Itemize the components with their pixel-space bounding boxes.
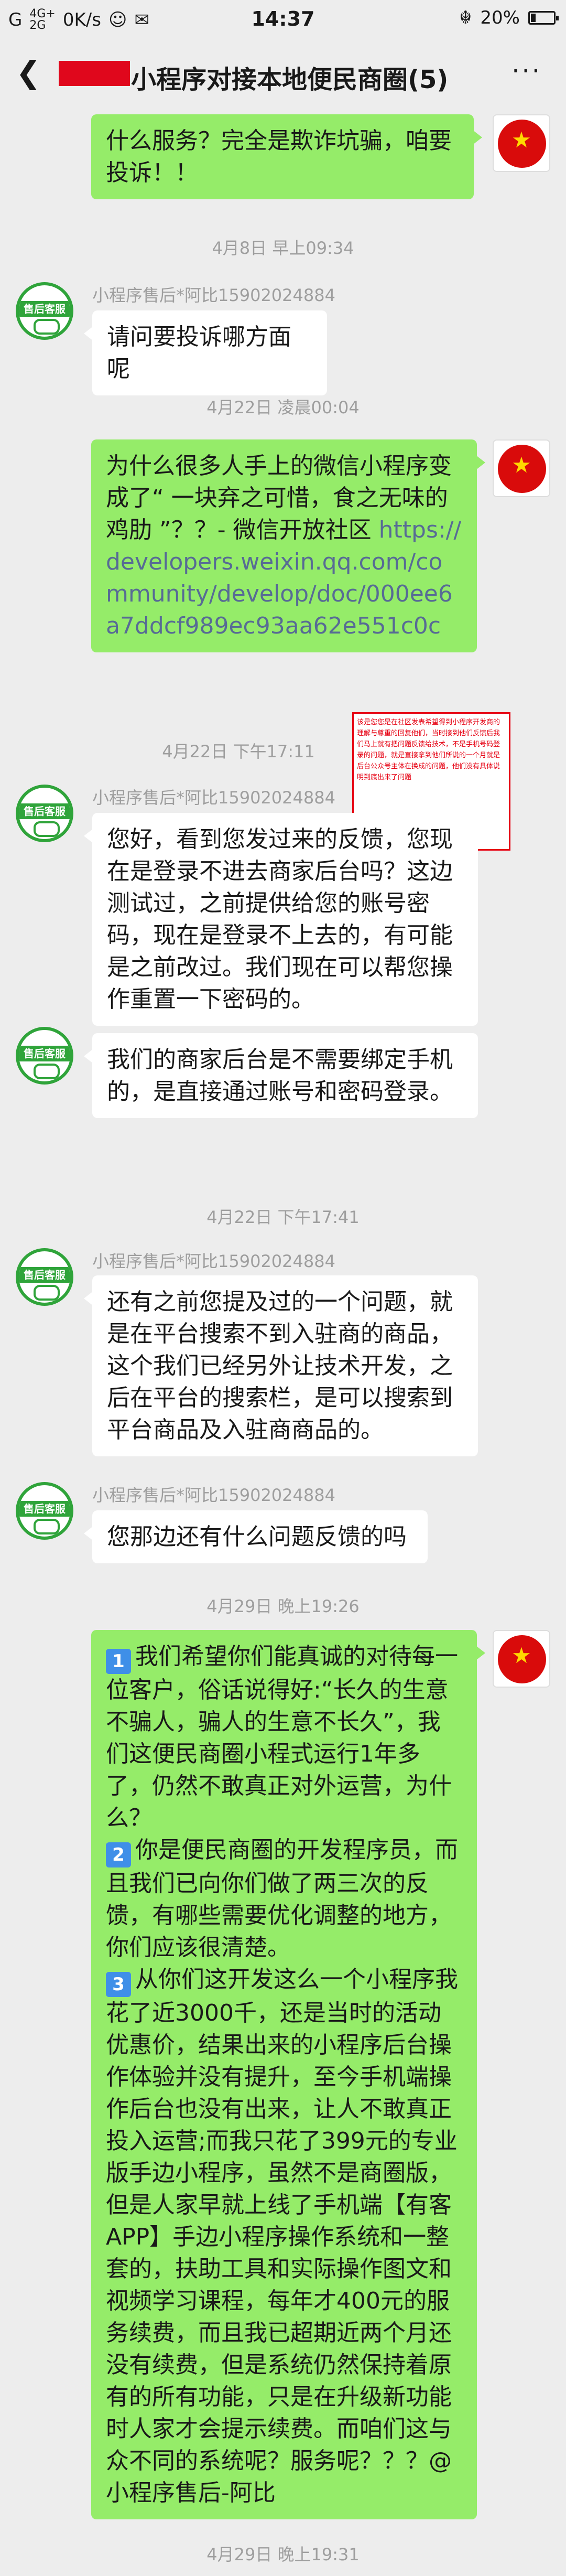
redacted-name-block xyxy=(59,61,130,86)
infinity-loop-icon xyxy=(34,1064,60,1079)
message-bubble-self[interactable]: 1 我们希望你们能真诚的对待每一位客户，俗话说得好:“长久的生意不骗人，骗人的生意… xyxy=(91,1630,485,2519)
infinity-loop-icon xyxy=(34,1519,60,1534)
keycap-three-icon: 3 xyxy=(106,1972,131,1997)
message-paragraph-3: 从你们这开发这么一个小程序我花了近3000千，还是当时的活动优惠价，结果出来的小… xyxy=(106,1966,458,2506)
infinity-loop-icon xyxy=(34,1285,60,1301)
timestamp: 4月22日 下午17:41 xyxy=(206,1207,360,1227)
message-bubble-self[interactable]: 为什么很多人手上的微信小程序变成了“ 一块弃之可惜，食之无味的鸡肋 ”？？- 微… xyxy=(91,439,485,652)
service-avatar[interactable]: 售后客服 xyxy=(16,1482,73,1540)
sender-name: 小程序售后*阿比15902024884 xyxy=(92,285,335,305)
more-dots-icon[interactable]: ··· xyxy=(511,57,542,86)
infinity-loop-icon xyxy=(34,821,60,837)
star-icon: ★ xyxy=(511,127,531,153)
keycap-two-icon: 2 xyxy=(106,1842,131,1867)
service-avatar[interactable]: 售后客服 xyxy=(16,282,73,340)
chat-title: 小程序对接本地便民商圈(5) xyxy=(131,65,449,94)
avatar-label: 售后客服 xyxy=(19,803,70,819)
timestamp: 4月29日 晚上19:31 xyxy=(206,2545,360,2564)
star-icon: ★ xyxy=(511,452,531,478)
status-right: ☬ 20% xyxy=(459,7,559,28)
self-avatar[interactable]: ★ xyxy=(493,439,550,497)
sender-name: 小程序售后*阿比15902024884 xyxy=(92,788,335,808)
keycap-one-icon: 1 xyxy=(106,1649,131,1674)
message-bubble-other[interactable]: 您那边还有什么问题反馈的吗 xyxy=(84,1510,428,1563)
timestamp: 4月8日 早上09:34 xyxy=(212,238,354,258)
avatar-label: 售后客服 xyxy=(19,1501,70,1517)
star-icon: ★ xyxy=(511,1643,531,1668)
infinity-loop-icon xyxy=(34,319,60,335)
chat-header: ❮ 小程序对接本地便民商圈(5) ··· xyxy=(0,41,566,106)
sender-name: 小程序售后*阿比15902024884 xyxy=(92,1251,335,1271)
battery-percent: 20% xyxy=(480,7,520,28)
back-chevron-left-icon[interactable]: ❮ xyxy=(16,57,47,89)
message-paragraph-2: 你是便民商圈的开发程序员，而且我们已向你们做了两三次的反馈，有哪些需要优化调整的… xyxy=(106,1837,458,1961)
message-bubble-self[interactable]: 什么服务？完全是欺诈坑骗，咱要投诉！！ xyxy=(91,114,482,199)
avatar-label: 售后客服 xyxy=(19,1046,70,1061)
timestamp: 4月29日 晚上19:26 xyxy=(206,1596,360,1616)
avatar-label: 售后客服 xyxy=(19,301,70,317)
service-avatar[interactable]: 售后客服 xyxy=(16,1027,73,1085)
message-bubble-other[interactable]: 我们的商家后台是不需要绑定手机的，是直接通过账号和密码登录。 xyxy=(84,1033,478,1118)
service-avatar[interactable]: 售后客服 xyxy=(16,1248,73,1306)
status-bar: G 4G+ 2G 0K/s ☺ ✉ 14:37 ☬ 20% xyxy=(0,0,566,41)
battery-icon xyxy=(528,11,559,25)
service-avatar[interactable]: 售后客服 xyxy=(16,785,73,842)
wifi-icon: ☬ xyxy=(459,7,472,28)
sender-name: 小程序售后*阿比15902024884 xyxy=(92,1485,335,1505)
message-paragraph-1: 我们希望你们能真诚的对待每一位客户，俗话说得好:“长久的生意不骗人，骗人的生意不… xyxy=(106,1643,458,1831)
avatar-label: 售后客服 xyxy=(19,1267,70,1283)
self-avatar[interactable]: ★ xyxy=(493,114,550,172)
message-bubble-other[interactable]: 请问要投诉哪方面呢 xyxy=(84,310,327,395)
message-bubble-other[interactable]: 您好，看到您发过来的反馈，您现在是登录不进去商家后台吗？这边测试过，之前提供给您… xyxy=(84,813,478,1026)
self-avatar[interactable]: ★ xyxy=(493,1630,550,1688)
timestamp: 4月22日 凌晨00:04 xyxy=(206,398,360,417)
message-bubble-other[interactable]: 还有之前您提及过的一个问题，就是在平台搜索不到入驻商的商品，这个我们已经另外让技… xyxy=(84,1275,478,1456)
